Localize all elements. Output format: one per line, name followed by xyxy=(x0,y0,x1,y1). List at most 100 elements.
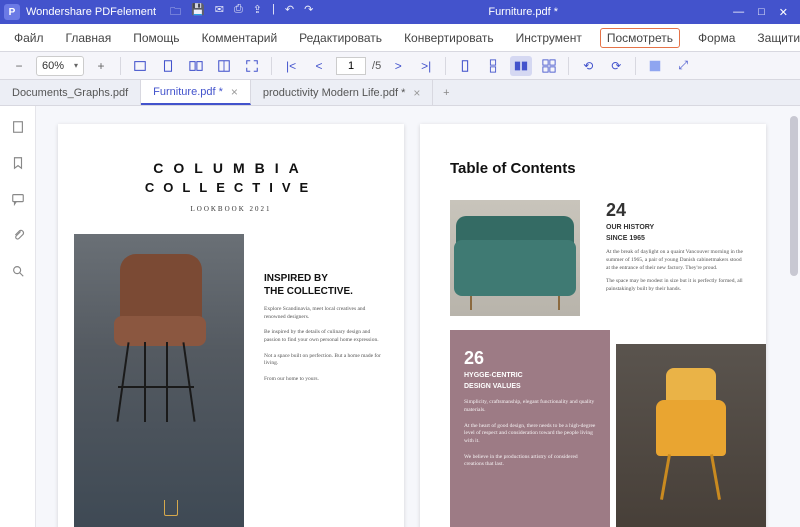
doc-title: Furniture.pdf * xyxy=(313,6,733,18)
bookmarks-icon[interactable] xyxy=(9,154,27,172)
close-icon[interactable]: ✕ xyxy=(779,6,788,19)
yellow-chair-image xyxy=(616,344,766,527)
redo-icon[interactable]: ↷ xyxy=(304,3,313,22)
minimize-icon[interactable]: — xyxy=(733,6,744,19)
inspired-heading-2: THE COLLECTIVE. xyxy=(264,285,384,298)
toc-heading: Table of Contents xyxy=(450,160,576,177)
page1-chair-image xyxy=(74,234,244,527)
para: Be inspired by the details of culinary d… xyxy=(264,329,384,344)
page-prev-icon[interactable]: < xyxy=(308,56,330,76)
side-rail xyxy=(0,106,36,527)
menu-form[interactable]: Форма xyxy=(694,27,739,49)
layout-two-continuous-icon[interactable] xyxy=(538,56,560,76)
doc-tabs: Documents_Graphs.pdf Furniture.pdf * × p… xyxy=(0,80,800,106)
thumbnails-icon[interactable] xyxy=(9,118,27,136)
page-first-icon[interactable]: |< xyxy=(280,56,302,76)
page-input[interactable] xyxy=(336,57,366,75)
history-heading-2: SINCE 1965 xyxy=(606,234,746,243)
menu-home[interactable]: Главная xyxy=(62,27,116,49)
page-last-icon[interactable]: >| xyxy=(415,56,437,76)
menu-edit[interactable]: Редактировать xyxy=(295,27,386,49)
main-area: COLUMBIA COLLECTIVE LOOKBOOK 2021 INSPIR… xyxy=(0,106,800,527)
hygge-heading-2: DESIGN VALUES xyxy=(464,382,596,391)
read-mode-icon[interactable] xyxy=(213,56,235,76)
folder-icon[interactable]: 🗀 xyxy=(170,3,181,22)
app-name: Wondershare PDFelement xyxy=(26,6,156,18)
page1-inspired-block: INSPIRED BY THE COLLECTIVE. Explore Scan… xyxy=(264,272,384,384)
page-total: /5 xyxy=(372,60,381,72)
inspired-heading-1: INSPIRED BY xyxy=(264,272,384,285)
para: At the break of daylight on a quaint Van… xyxy=(606,249,746,272)
tab-label: Documents_Graphs.pdf xyxy=(12,87,128,99)
menu-convert[interactable]: Конвертировать xyxy=(400,27,498,49)
view-toolbar: − 60%▾ + |< < /5 > >| ⟲ ⟳ ⤢ xyxy=(0,52,800,80)
tab-close-icon[interactable]: × xyxy=(231,85,238,99)
para: Not a space built on perfection. But a h… xyxy=(264,353,384,368)
page1-title-1: COLUMBIA xyxy=(58,160,404,176)
menu-comment[interactable]: Комментарий xyxy=(198,27,282,49)
para: At the heart of good design, there needs… xyxy=(464,423,596,446)
comments-icon[interactable] xyxy=(9,190,27,208)
mail-icon[interactable]: ✉ xyxy=(215,3,224,22)
zoom-value: 60% xyxy=(37,60,69,72)
share-icon[interactable]: ⇪ xyxy=(253,3,262,22)
history-number: 24 xyxy=(606,200,746,221)
eyedropper-icon[interactable]: ⤢ xyxy=(672,56,694,76)
para: We believe in the productions artistry o… xyxy=(464,454,596,469)
fit-actual-icon[interactable] xyxy=(185,56,207,76)
layout-two-page-icon[interactable] xyxy=(510,56,532,76)
fullscreen-icon[interactable] xyxy=(241,56,263,76)
pdf-page-2: Table of Contents 24 OUR HISTORY SINCE 1… xyxy=(420,124,766,527)
attachments-icon[interactable] xyxy=(9,226,27,244)
page-spread: COLUMBIA COLLECTIVE LOOKBOOK 2021 INSPIR… xyxy=(58,124,778,527)
layout-continuous-icon[interactable] xyxy=(482,56,504,76)
window-controls: — □ ✕ xyxy=(733,6,796,19)
menu-protect[interactable]: Защитить xyxy=(753,27,800,49)
tab-productivity[interactable]: productivity Modern Life.pdf * × xyxy=(251,80,433,105)
rotate-left-icon[interactable]: ⟲ xyxy=(577,56,599,76)
para: Simplicity, craftsmanship, elegant funct… xyxy=(464,399,596,414)
chair-logo-icon xyxy=(164,500,178,516)
tab-documents-graphs[interactable]: Documents_Graphs.pdf xyxy=(0,80,141,105)
hygge-heading-1: HYGGE-CENTRIC xyxy=(464,371,596,380)
titlebar: P Wondershare PDFelement 🗀 💾 ✉ ⎙ ⇪ | ↶ ↷… xyxy=(0,0,800,24)
tab-close-icon[interactable]: × xyxy=(413,86,420,100)
maximize-icon[interactable]: □ xyxy=(758,6,765,19)
rotate-right-icon[interactable]: ⟳ xyxy=(605,56,627,76)
undo-icon[interactable]: ↶ xyxy=(285,3,294,22)
document-canvas[interactable]: COLUMBIA COLLECTIVE LOOKBOOK 2021 INSPIR… xyxy=(36,106,800,527)
search-icon[interactable] xyxy=(9,262,27,280)
print-icon[interactable]: ⎙ xyxy=(234,3,243,22)
app-logo: P xyxy=(4,4,20,20)
tab-label: Furniture.pdf * xyxy=(153,86,223,98)
para: The space may be modest in size but it i… xyxy=(606,278,746,293)
page-next-icon[interactable]: > xyxy=(387,56,409,76)
fit-page-icon[interactable] xyxy=(157,56,179,76)
pdf-page-1: COLUMBIA COLLECTIVE LOOKBOOK 2021 INSPIR… xyxy=(58,124,404,527)
divider: | xyxy=(272,3,275,22)
menu-file[interactable]: Файл xyxy=(10,27,48,49)
menubar: Файл Главная Помощь Комментарий Редактир… xyxy=(0,24,800,52)
tab-label: productivity Modern Life.pdf * xyxy=(263,87,405,99)
add-tab-button[interactable]: + xyxy=(433,80,459,105)
hygge-block: 26 HYGGE-CENTRIC DESIGN VALUES Simplicit… xyxy=(450,330,610,527)
canvas-scrollbar[interactable] xyxy=(790,116,798,276)
history-heading-1: OUR HISTORY xyxy=(606,223,746,232)
background-icon[interactable] xyxy=(644,56,666,76)
zoom-out-button[interactable]: − xyxy=(8,56,30,76)
history-block: 24 OUR HISTORY SINCE 1965 At the break o… xyxy=(606,200,746,294)
layout-single-icon[interactable] xyxy=(454,56,476,76)
save-icon[interactable]: 💾 xyxy=(191,3,205,22)
zoom-in-button[interactable]: + xyxy=(90,56,112,76)
menu-tool[interactable]: Инструмент xyxy=(512,27,586,49)
fit-width-icon[interactable] xyxy=(129,56,151,76)
menu-help[interactable]: Помощь xyxy=(129,27,183,49)
zoom-select[interactable]: 60%▾ xyxy=(36,56,84,76)
hygge-number: 26 xyxy=(464,348,596,369)
tab-furniture[interactable]: Furniture.pdf * × xyxy=(141,80,251,105)
menu-view[interactable]: Посмотреть xyxy=(600,28,680,48)
para: Explore Scandinavia, meet local creative… xyxy=(264,306,384,321)
titlebar-quick-icons: 🗀 💾 ✉ ⎙ ⇪ | ↶ ↷ xyxy=(170,3,313,22)
sofa-image xyxy=(450,200,580,316)
page1-title-2: COLLECTIVE xyxy=(58,180,404,195)
